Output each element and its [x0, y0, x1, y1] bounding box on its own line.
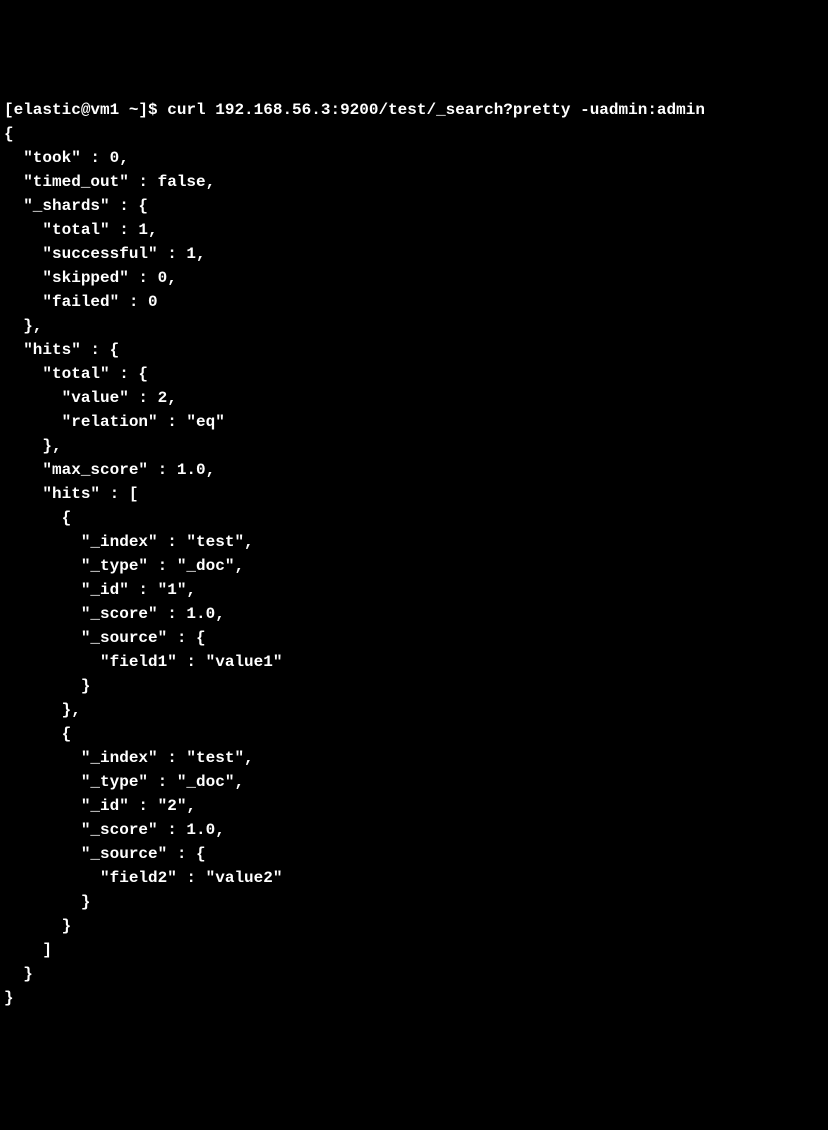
terminal-prompt-line[interactable]: [elastic@vm1 ~]$ curl 192.168.56.3:9200/…	[4, 98, 824, 122]
prompt-prefix: [elastic@vm1 ~]$	[4, 98, 167, 122]
command-text: curl 192.168.56.3:9200/test/_search?pret…	[167, 98, 705, 122]
terminal-output: { "took" : 0, "timed_out" : false, "_sha…	[4, 122, 824, 1010]
